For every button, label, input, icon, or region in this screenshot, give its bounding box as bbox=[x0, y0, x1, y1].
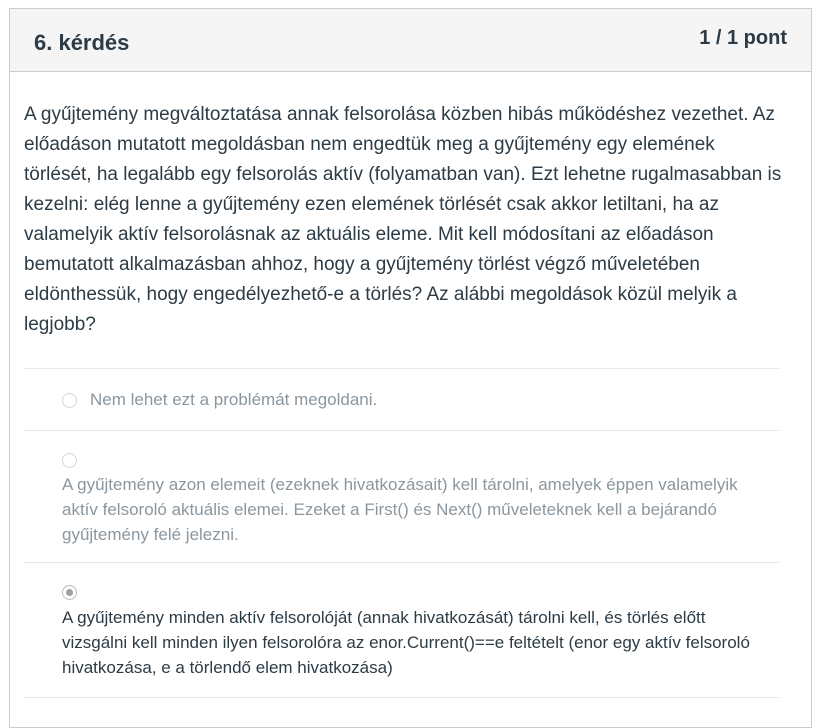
question-points: 1 / 1 pont bbox=[699, 27, 787, 49]
answer-option-2[interactable]: A gyűjtemény azon elemeit (ezeknek hivat… bbox=[24, 430, 779, 562]
radio-button[interactable] bbox=[62, 393, 77, 408]
answer-option-3[interactable]: A gyűjtemény minden aktív felsorolóját (… bbox=[24, 562, 779, 698]
question-title: 6. kérdés bbox=[34, 30, 130, 55]
answer-label: A gyűjtemény azon elemeit (ezeknek hivat… bbox=[62, 475, 738, 544]
radio-button[interactable] bbox=[62, 453, 77, 468]
question-text: A gyűjtemény megváltoztatása annak felso… bbox=[24, 104, 782, 335]
answer-option-1[interactable]: Nem lehet ezt a problémát megoldani. bbox=[24, 368, 779, 430]
answer-label: Nem lehet ezt a problémát megoldani. bbox=[90, 390, 378, 409]
answer-label: A gyűjtemény minden aktív felsorolóját (… bbox=[62, 608, 750, 677]
question-header: 6. kérdés 1 / 1 pont bbox=[10, 9, 811, 72]
radio-button-selected[interactable] bbox=[62, 585, 77, 600]
answer-list: Nem lehet ezt a problémát megoldani. A g… bbox=[24, 368, 779, 698]
